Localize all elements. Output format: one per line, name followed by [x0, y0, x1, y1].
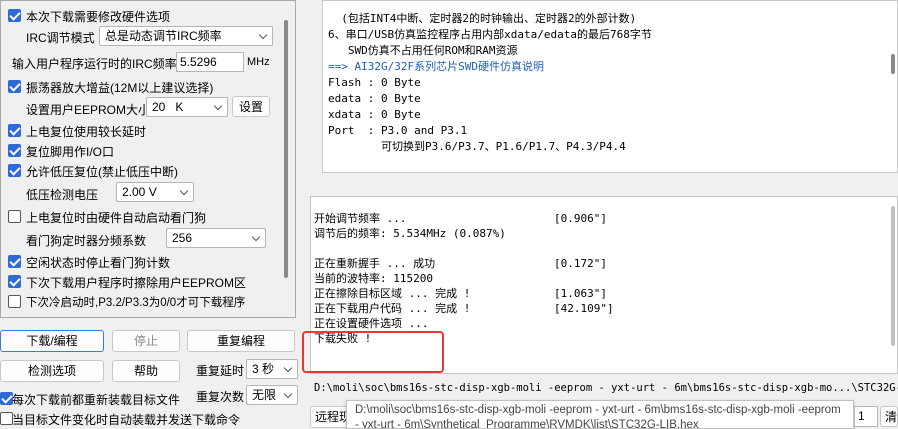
- info-lines: (包括INT4中断、定时器2的时钟输出、定时器2的外部计数) 6、串口/USB仿真…: [328, 11, 652, 155]
- info-line: SWD仿真不占用任何ROM和RAM资源: [328, 44, 518, 57]
- repeat-count-value: 无限: [252, 388, 277, 402]
- bottom-number-value: 1: [858, 409, 865, 423]
- info-panel: (包括INT4中断、定时器2的时钟输出、定时器2的外部计数) 6、串口/USB仿真…: [322, 0, 898, 173]
- erase-eeprom-label: 下次下载用户程序时擦除用户EEPROM区: [26, 276, 247, 290]
- log-line: 正在重新握手 ... 成功 [0.172"]: [314, 256, 874, 271]
- chevron-down-icon: [179, 186, 189, 196]
- reset-long-delay-label: 上电复位使用较长延时: [26, 125, 147, 139]
- log-time: [42.109"]: [554, 302, 614, 315]
- lvd-reset-checkbox[interactable]: [8, 164, 21, 177]
- repeat-delay-value: 3 秒: [252, 362, 275, 376]
- log-scrollbar[interactable]: [891, 206, 895, 346]
- eeprom-size-select[interactable]: 20 K: [146, 97, 228, 117]
- repeat-count-select[interactable]: 无限: [246, 385, 298, 405]
- log-time: [1.063"]: [554, 287, 607, 300]
- reset-pin-io-checkbox[interactable]: [8, 144, 21, 157]
- change-hw-label: 本次下载需要修改硬件选项: [26, 10, 171, 24]
- osc-gain-checkbox[interactable]: [8, 80, 21, 93]
- info-scrollbar[interactable]: [891, 54, 895, 74]
- wdt-hw-start-label: 上电复位时由硬件自动启动看门狗: [26, 211, 207, 225]
- irc-freq-input[interactable]: 5.5296: [176, 52, 244, 72]
- chevron-down-icon: [283, 363, 293, 373]
- download-button[interactable]: 下载/编程: [0, 330, 104, 352]
- wdt-div-label: 看门狗定时器分频系数: [26, 234, 147, 248]
- cold-boot-label: 下次冷启动时,P3.2/P3.3为0/0才可下载程序: [26, 297, 246, 309]
- lvd-voltage-value: 2.00 V: [122, 185, 157, 199]
- info-line: ==> AI32G/32F系列芯片SWD硬件仿真说明: [328, 60, 544, 73]
- log-time: [0.906"]: [554, 212, 607, 225]
- irc-mode-label: IRC调节模式: [26, 31, 95, 45]
- log-text: 当前的波特率: 115200: [314, 272, 433, 285]
- wdt-div-value: 256: [172, 231, 193, 245]
- log-text: 开始调节频率 ...: [314, 212, 407, 225]
- log-line: 调节后的频率: 5.534MHz (0.087%): [314, 226, 874, 241]
- info-line: xdata : 0 Byte: [328, 108, 421, 121]
- repeat-delay-label: 重复延时: [196, 364, 245, 378]
- irc-mode-select[interactable]: 总是动态调节IRC频率: [99, 26, 273, 46]
- reset-pin-io-label: 复位脚用作I/O口: [26, 145, 115, 159]
- info-line: 6、串口/USB仿真监控程序占用内部xdata/edata的最后768字节: [328, 28, 652, 41]
- irc-freq-label: 输入用户程序运行时的IRC频率: [12, 57, 177, 71]
- irc-mode-value: 总是动态调节IRC频率: [105, 29, 222, 43]
- options-scrollbar[interactable]: [284, 20, 288, 278]
- log-text: 正在擦除目标区域 ... 完成 !: [314, 287, 471, 300]
- reset-long-delay-checkbox[interactable]: [8, 124, 21, 137]
- log-line: 开始调节频率 ... [0.906"]: [314, 211, 874, 226]
- lvd-reset-label: 允许低压复位(禁止低压中断): [26, 165, 178, 179]
- info-line: (包括INT4中断、定时器2的时钟输出、定时器2的外部计数): [328, 12, 637, 25]
- wdt-hw-start-checkbox[interactable]: [8, 210, 21, 223]
- lvd-voltage-label: 低压检测电压: [26, 188, 99, 202]
- auto-send-label: 当目标文件变化时自动装载并发送下载命令: [12, 413, 241, 427]
- log-line: 正在设置硬件选项 ...: [314, 316, 874, 331]
- idle-stop-wdt-checkbox[interactable]: [8, 255, 21, 268]
- osc-gain-label: 振荡器放大增益(12M以上建议选择): [26, 81, 214, 95]
- info-line: 可切换到P3.6/P3.7、P1.6/P1.7、P4.3/P4.4: [328, 140, 626, 153]
- info-line: Port : P3.0 and P3.1: [328, 124, 468, 137]
- log-text: 正在重新握手 ... 成功: [314, 257, 436, 270]
- repeat-delay-select[interactable]: 3 秒: [246, 359, 298, 379]
- change-hw-checkbox[interactable]: [8, 9, 21, 22]
- log-text: 正在下载用户代码 ... 完成 !: [314, 302, 471, 315]
- log-line: 当前的波特率: 115200: [314, 271, 874, 286]
- repeat-count-label: 重复次数: [196, 390, 245, 404]
- info-line: Flash : 0 Byte: [328, 76, 421, 89]
- wdt-div-select[interactable]: 256: [166, 228, 266, 248]
- cold-boot-checkbox[interactable]: [8, 295, 21, 308]
- log-line: 正在擦除目标区域 ... 完成 ! [1.063"]: [314, 286, 874, 301]
- log-time: [0.172"]: [554, 257, 607, 270]
- chevron-down-icon: [258, 30, 268, 40]
- idle-stop-wdt-label: 空闲状态时停止看门狗计数: [26, 256, 171, 270]
- eeprom-size-value: 20 K: [152, 100, 184, 114]
- chevron-down-icon: [213, 101, 223, 111]
- check-options-button[interactable]: 检测选项: [0, 360, 104, 382]
- log-text: 调节后的频率: 5.534MHz (0.087%): [314, 227, 506, 240]
- log-lines: 开始调节频率 ... [0.906"] 调节后的频率: 5.534MHz (0.08…: [314, 211, 874, 346]
- irc-freq-unit: MHz: [247, 56, 270, 68]
- error-highlight-box: [302, 331, 444, 373]
- bottom-number-field[interactable]: 1: [854, 406, 878, 427]
- chevron-down-icon: [251, 232, 261, 242]
- log-line: 正在下载用户代码 ... 完成 ! [42.109"]: [314, 301, 874, 316]
- stop-button[interactable]: 停止: [112, 330, 180, 352]
- clear-button[interactable]: 清: [880, 406, 898, 427]
- eeprom-set-button[interactable]: 设置: [232, 96, 270, 117]
- path-tooltip: D:\moli\soc\bms16s-stc-disp-xgb-moli -ee…: [346, 400, 854, 429]
- path-tooltip-text: D:\moli\soc\bms16s-stc-disp-xgb-moli -ee…: [355, 404, 841, 429]
- eeprom-size-label: 设置用户EEPROM大小: [26, 103, 151, 117]
- target-file-path: D:\moli\soc\bms16s-stc-disp-xgb-moli -ee…: [314, 382, 898, 394]
- erase-eeprom-checkbox[interactable]: [8, 275, 21, 288]
- log-text: 正在设置硬件选项 ...: [314, 317, 429, 330]
- chevron-down-icon: [283, 389, 293, 399]
- reprogram-button[interactable]: 重复编程: [187, 330, 295, 352]
- info-line: edata : 0 Byte: [328, 92, 421, 105]
- reload-each-label: 每次下载前都重新装载目标文件: [12, 393, 181, 407]
- irc-freq-value: 5.5296: [180, 55, 217, 69]
- help-button[interactable]: 帮助: [112, 360, 180, 382]
- lvd-voltage-select[interactable]: 2.00 V: [116, 182, 194, 202]
